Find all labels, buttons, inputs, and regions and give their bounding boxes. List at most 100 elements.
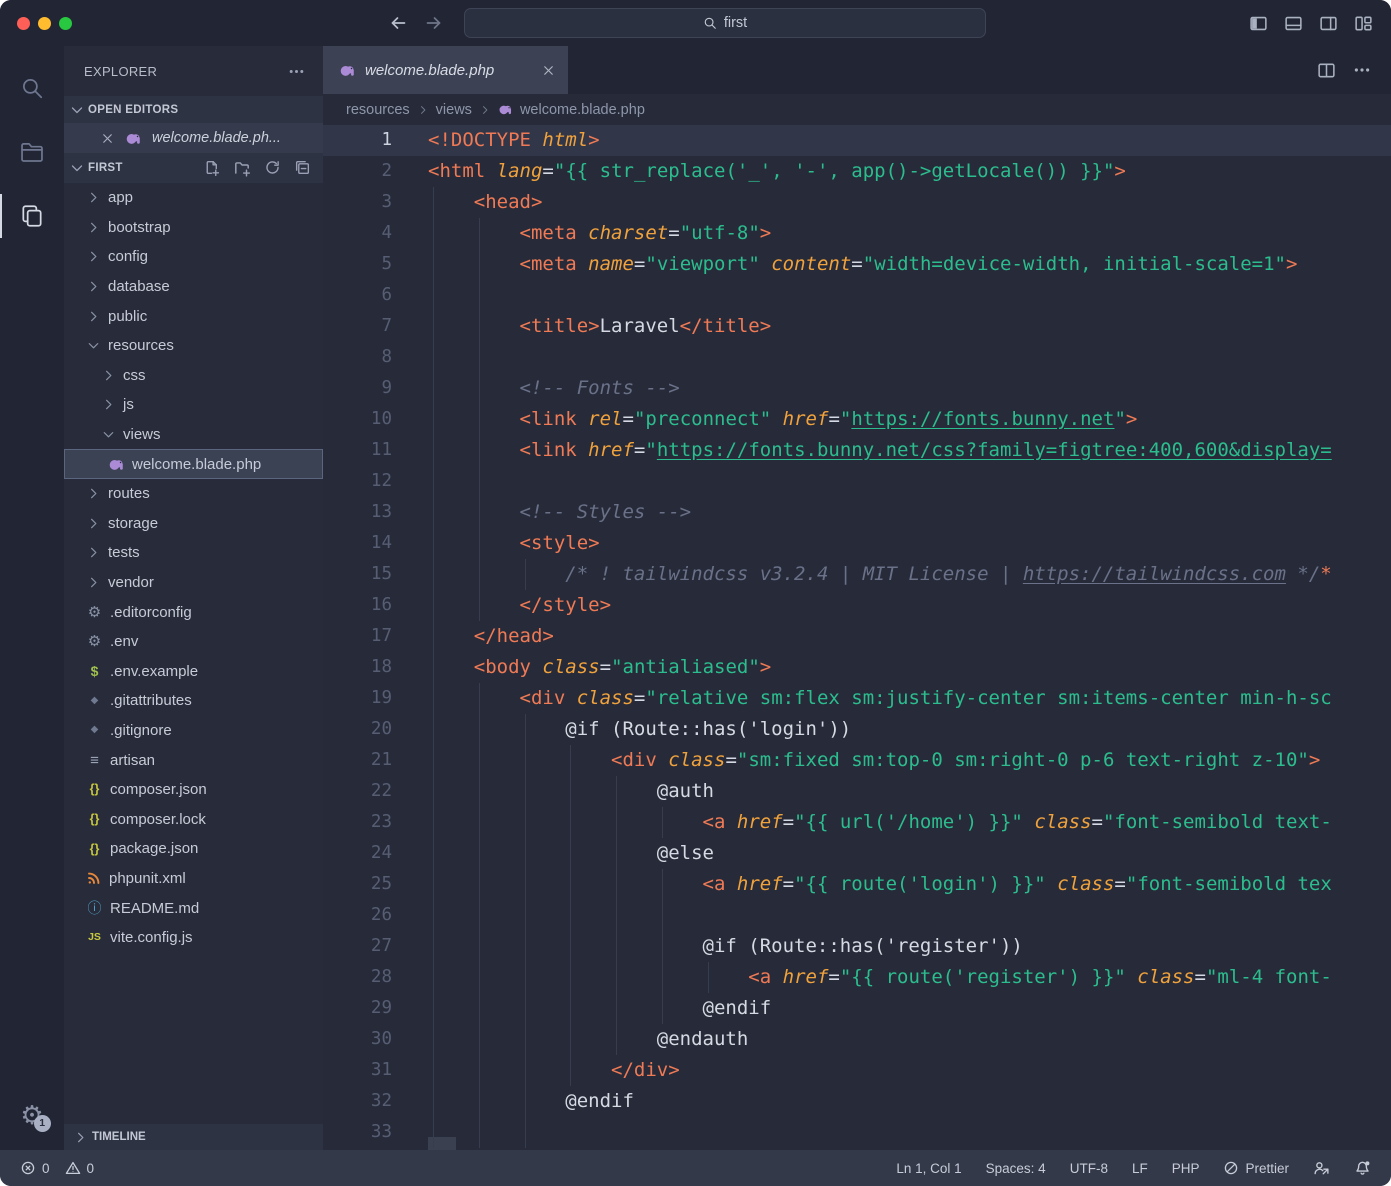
tree-item-composer-json[interactable]: {}composer.json bbox=[64, 775, 323, 805]
close-window-button[interactable] bbox=[17, 17, 30, 30]
code-line[interactable]: 9 <!-- Fonts --> bbox=[323, 373, 1391, 404]
new-file-icon[interactable] bbox=[203, 159, 220, 176]
timeline-section[interactable]: TIMELINE bbox=[64, 1124, 323, 1150]
tree-item-welcome-blade-php[interactable]: welcome.blade.php bbox=[64, 449, 323, 479]
code-line[interactable]: 2<html lang="{{ str_replace('_', '-', ap… bbox=[323, 156, 1391, 187]
split-editor-icon[interactable] bbox=[1317, 61, 1336, 80]
tree-item-app[interactable]: app bbox=[64, 183, 323, 213]
tree-item-database[interactable]: database bbox=[64, 272, 323, 302]
project-section[interactable]: FIRST bbox=[64, 153, 323, 183]
breadcrumb-file[interactable]: welcome.blade.php bbox=[520, 102, 645, 118]
back-icon[interactable] bbox=[388, 13, 408, 33]
tree-item--editorconfig[interactable]: ⚙.editorconfig bbox=[64, 597, 323, 627]
command-center-search[interactable]: first bbox=[464, 8, 986, 38]
tree-item--gitignore[interactable]: ◆.gitignore bbox=[64, 716, 323, 746]
code-line[interactable]: 13 <!-- Styles --> bbox=[323, 497, 1391, 528]
tree-item-css[interactable]: css bbox=[64, 361, 323, 391]
tree-item-package-json[interactable]: {}package.json bbox=[64, 834, 323, 864]
tree-item-readme-md[interactable]: ⓘREADME.md bbox=[64, 893, 323, 923]
code-line[interactable]: 26 bbox=[323, 900, 1391, 931]
tab-welcome-blade-php[interactable]: welcome.blade.php bbox=[323, 46, 568, 94]
breadcrumb-resources[interactable]: resources bbox=[346, 102, 410, 118]
activity-explorer-folder[interactable] bbox=[0, 120, 64, 184]
more-actions-icon[interactable] bbox=[288, 63, 305, 80]
tree-item--env-example[interactable]: $.env.example bbox=[64, 657, 323, 687]
code-line[interactable]: 3 <head> bbox=[323, 187, 1391, 218]
activity-open-editors[interactable] bbox=[0, 184, 64, 248]
code-line[interactable]: 5 <meta name="viewport" content="width=d… bbox=[323, 249, 1391, 280]
code-editor[interactable]: 1<!DOCTYPE html>2<html lang="{{ str_repl… bbox=[323, 125, 1391, 1150]
open-editors-section[interactable]: OPEN EDITORS bbox=[64, 96, 323, 123]
toggle-panel-icon[interactable] bbox=[1284, 14, 1303, 33]
tree-item-composer-lock[interactable]: {}composer.lock bbox=[64, 804, 323, 834]
tree-item-bootstrap[interactable]: bootstrap bbox=[64, 213, 323, 243]
more-actions-icon[interactable] bbox=[1353, 61, 1371, 79]
tree-item-routes[interactable]: routes bbox=[64, 479, 323, 509]
code-line[interactable]: 31 </div> bbox=[323, 1055, 1391, 1086]
tree-item-js[interactable]: js bbox=[64, 390, 323, 420]
code-line[interactable]: 19 <div class="relative sm:flex sm:justi… bbox=[323, 683, 1391, 714]
code-line[interactable]: 32 @endif bbox=[323, 1086, 1391, 1117]
tree-item-storage[interactable]: storage bbox=[64, 509, 323, 539]
close-tab-icon[interactable] bbox=[541, 63, 556, 78]
code-line[interactable]: 10 <link rel="preconnect" href="https://… bbox=[323, 404, 1391, 435]
code-line[interactable]: 17 </head> bbox=[323, 621, 1391, 652]
eol-sequence[interactable]: LF bbox=[1132, 1161, 1148, 1176]
feedback-person-icon[interactable] bbox=[1313, 1160, 1330, 1177]
cursor-position[interactable]: Ln 1, Col 1 bbox=[896, 1161, 961, 1176]
tree-item-artisan[interactable]: ≡artisan bbox=[64, 745, 323, 775]
code-line[interactable]: 23 <a href="{{ url('/home') }}" class="f… bbox=[323, 807, 1391, 838]
code-line[interactable]: 21 <div class="sm:fixed sm:top-0 sm:righ… bbox=[323, 745, 1391, 776]
tree-item-vite-config-js[interactable]: JSvite.config.js bbox=[64, 923, 323, 953]
code-line[interactable]: 15 /* ! tailwindcss v3.2.4 | MIT License… bbox=[323, 559, 1391, 590]
tree-item-resources[interactable]: resources bbox=[64, 331, 323, 361]
code-line[interactable]: 33 bbox=[323, 1117, 1391, 1148]
close-icon[interactable] bbox=[100, 131, 115, 146]
code-line[interactable]: 18 <body class="antialiased"> bbox=[323, 652, 1391, 683]
open-editor-item[interactable]: welcome.blade.ph... bbox=[64, 123, 323, 153]
tree-item-tests[interactable]: tests bbox=[64, 538, 323, 568]
forward-icon[interactable] bbox=[424, 13, 444, 33]
code-line[interactable]: 30 @endauth bbox=[323, 1024, 1391, 1055]
new-folder-icon[interactable] bbox=[233, 159, 251, 177]
code-line[interactable]: 11 <link href="https://fonts.bunny.net/c… bbox=[323, 435, 1391, 466]
code-line[interactable]: 25 <a href="{{ route('login') }}" class=… bbox=[323, 869, 1391, 900]
tree-item-views[interactable]: views bbox=[64, 420, 323, 450]
language-mode[interactable]: PHP bbox=[1172, 1161, 1200, 1176]
code-line[interactable]: 16 </style> bbox=[323, 590, 1391, 621]
code-line[interactable]: 20 @if (Route::has('login')) bbox=[323, 714, 1391, 745]
activity-search[interactable] bbox=[0, 56, 64, 120]
formatter-status[interactable]: Prettier bbox=[1223, 1160, 1289, 1176]
indentation[interactable]: Spaces: 4 bbox=[986, 1161, 1046, 1176]
tree-item-config[interactable]: config bbox=[64, 242, 323, 272]
code-line[interactable]: 27 @if (Route::has('register')) bbox=[323, 931, 1391, 962]
manage-gear-button[interactable]: ⚙ 1 bbox=[20, 1102, 43, 1128]
toggle-secondary-sidebar-icon[interactable] bbox=[1319, 14, 1338, 33]
refresh-icon[interactable] bbox=[264, 159, 281, 176]
collapse-all-icon[interactable] bbox=[294, 159, 311, 176]
tree-item-phpunit-xml[interactable]: phpunit.xml bbox=[64, 864, 323, 894]
code-line[interactable]: 14 <style> bbox=[323, 528, 1391, 559]
code-line[interactable]: 8 bbox=[323, 342, 1391, 373]
code-line[interactable]: 1<!DOCTYPE html> bbox=[323, 125, 1391, 156]
code-line[interactable]: 7 <title>Laravel</title> bbox=[323, 311, 1391, 342]
tree-item-public[interactable]: public bbox=[64, 301, 323, 331]
tree-item-vendor[interactable]: vendor bbox=[64, 568, 323, 598]
minimize-window-button[interactable] bbox=[38, 17, 51, 30]
code-line[interactable]: 24 @else bbox=[323, 838, 1391, 869]
breadcrumb-views[interactable]: views bbox=[436, 102, 472, 118]
code-line[interactable]: 4 <meta charset="utf-8"> bbox=[323, 218, 1391, 249]
code-line[interactable]: 28 <a href="{{ route('register') }}" cla… bbox=[323, 962, 1391, 993]
customize-layout-icon[interactable] bbox=[1354, 14, 1373, 33]
zoom-window-button[interactable] bbox=[59, 17, 72, 30]
notifications-bell-icon[interactable] bbox=[1354, 1160, 1371, 1177]
encoding[interactable]: UTF-8 bbox=[1070, 1161, 1108, 1176]
toggle-primary-sidebar-icon[interactable] bbox=[1249, 14, 1268, 33]
code-line[interactable]: 29 @endif bbox=[323, 993, 1391, 1024]
tree-item--env[interactable]: ⚙.env bbox=[64, 627, 323, 657]
code-line[interactable]: 12 bbox=[323, 466, 1391, 497]
code-line[interactable]: 22 @auth bbox=[323, 776, 1391, 807]
code-line[interactable]: 6 bbox=[323, 280, 1391, 311]
problems-errors[interactable]: 0 bbox=[20, 1160, 50, 1176]
tree-item--gitattributes[interactable]: ◆.gitattributes bbox=[64, 686, 323, 716]
